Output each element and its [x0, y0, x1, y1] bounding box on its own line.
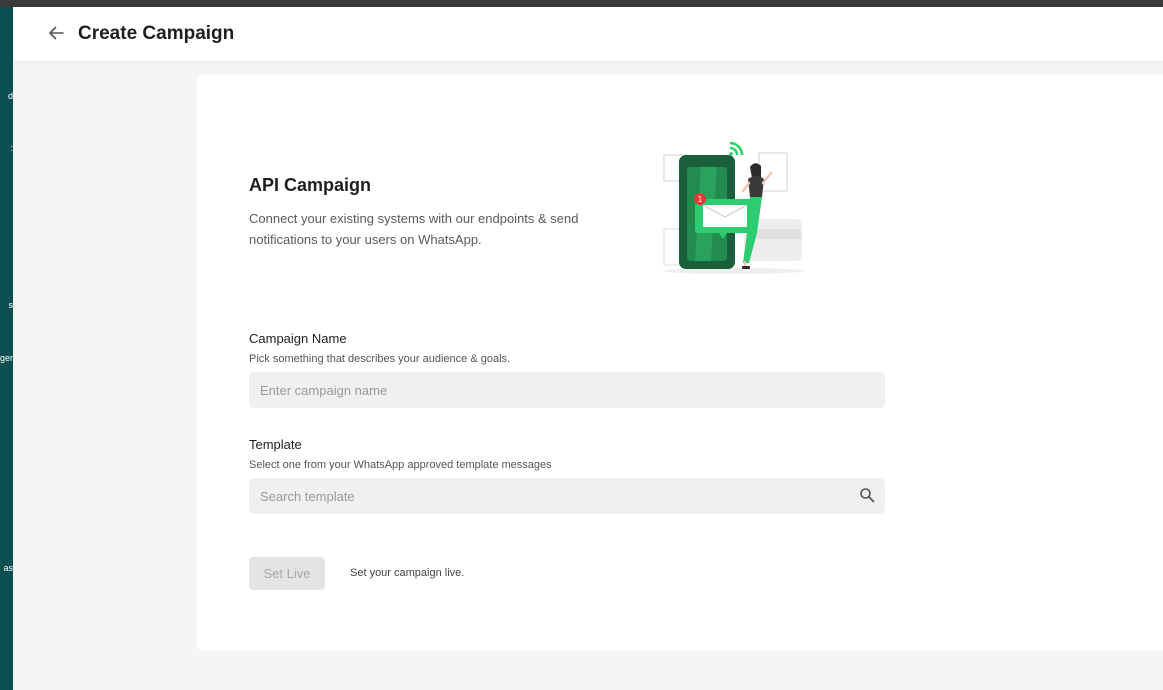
sidebar-item-4[interactable]: ger [0, 353, 13, 363]
back-button[interactable] [45, 22, 67, 44]
campaign-type-description: Connect your existing systems with our e… [249, 211, 579, 247]
sidebar-item-3[interactable]: s [0, 300, 14, 310]
phone-notification-illustration: 1 [663, 141, 804, 274]
search-icon[interactable] [859, 487, 875, 503]
notification-count: 1 [697, 195, 702, 204]
template-search-input[interactable] [249, 478, 885, 514]
sidebar-item-1[interactable]: d [0, 91, 13, 101]
sidebar: d : s ger as [0, 7, 13, 690]
sidebar-item-5[interactable]: as [0, 563, 13, 573]
sidebar-item-2[interactable]: : [0, 143, 13, 153]
campaign-name-help: Pick something that describes your audie… [249, 353, 511, 365]
template-label: Template [249, 437, 302, 452]
campaign-name-input[interactable] [249, 372, 885, 408]
campaign-card: API Campaign Connect your existing syste… [197, 75, 1163, 651]
arrow-left-icon [49, 26, 64, 40]
window-top-strip [0, 0, 1163, 7]
set-live-button[interactable]: Set Live [249, 557, 325, 590]
set-live-hint: Set your campaign live. [350, 567, 465, 579]
page-header: Create Campaign [13, 7, 1163, 61]
campaign-type-title: API Campaign [249, 175, 372, 195]
template-help: Select one from your WhatsApp approved t… [249, 459, 552, 471]
page-title: Create Campaign [78, 23, 235, 44]
campaign-name-label: Campaign Name [249, 331, 347, 346]
